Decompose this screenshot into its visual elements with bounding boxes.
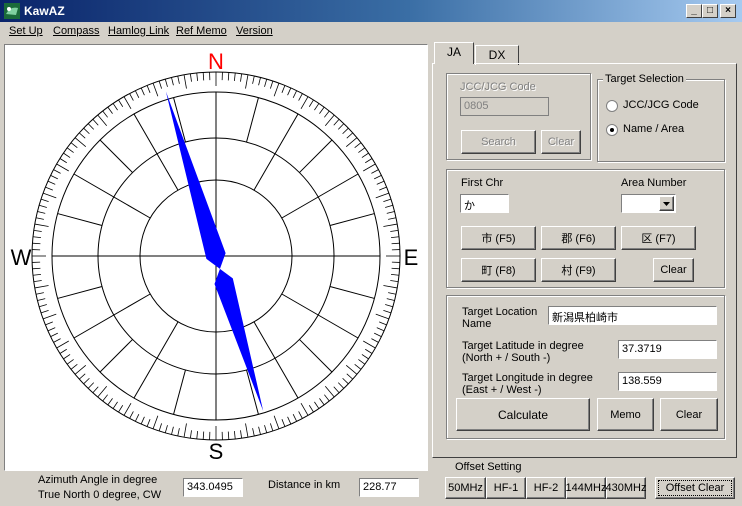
ku-button[interactable]: 区 (F7) <box>621 226 696 250</box>
radio-jcc-code-label: JCC/JCG Code <box>623 99 699 111</box>
app-icon <box>4 3 20 19</box>
distance-value-field[interactable]: 228.77 <box>359 478 419 497</box>
offset-setting-title: Offset Setting <box>455 461 522 473</box>
target-latitude-input[interactable]: 37.3719 <box>618 340 717 359</box>
offset-50mhz-button[interactable]: 50MHz <box>445 477 486 499</box>
target-longitude-label-1: Target Longitude in degree <box>462 372 593 384</box>
compass-rose: N S E W <box>11 49 419 464</box>
menu-bar: Set Up Compass Hamlog Link Ref Memo Vers… <box>0 22 742 42</box>
title-bar: KawAZ _ □ × <box>0 0 742 22</box>
menu-compass[interactable]: Compass <box>53 25 99 37</box>
offset-144mhz-button[interactable]: 144MHz <box>566 477 606 499</box>
azimuth-needle <box>165 91 264 411</box>
machi-button[interactable]: 町 (F8) <box>461 258 536 282</box>
target-selection-title: Target Selection <box>603 73 686 85</box>
jcc-code-input[interactable]: 0805 <box>460 97 549 116</box>
offset-hf2-button[interactable]: HF-2 <box>526 477 566 499</box>
tab-dx[interactable]: DX <box>475 45 519 65</box>
memo-button[interactable]: Memo <box>597 398 654 431</box>
minimize-button[interactable]: _ <box>686 4 702 18</box>
offset-430mhz-button[interactable]: 430MHz <box>606 477 646 499</box>
menu-version[interactable]: Version <box>236 25 273 37</box>
menu-hamlog-link[interactable]: Hamlog Link <box>108 25 169 37</box>
offset-hf1-button[interactable]: HF-1 <box>486 477 526 499</box>
target-longitude-label-2: (East + / West -) <box>462 384 542 396</box>
compass-panel: N S E W <box>4 44 428 471</box>
jcc-clear-button[interactable]: Clear <box>541 130 581 154</box>
south-label: S <box>209 439 224 464</box>
menu-ref-memo[interactable]: Ref Memo <box>176 25 227 37</box>
target-location-label-2: Name <box>462 318 492 330</box>
first-chr-label: First Chr <box>461 177 504 189</box>
radio-jcc-code[interactable] <box>606 100 618 112</box>
north-label: N <box>208 49 224 74</box>
jcc-label: JCC/JCG Code <box>460 81 536 93</box>
target-location-label-1: Target Location <box>462 306 538 318</box>
chevron-down-icon <box>663 201 670 206</box>
gun-button[interactable]: 郡 (F6) <box>541 226 616 250</box>
close-button[interactable]: × <box>720 4 736 18</box>
azimuth-value-field[interactable]: 343.0495 <box>183 478 243 497</box>
first-chr-input[interactable]: か <box>460 194 509 213</box>
calculate-button[interactable]: Calculate <box>456 398 590 431</box>
radio-name-area[interactable] <box>606 124 618 136</box>
target-location-input[interactable]: 新潟県柏崎市 <box>548 306 717 325</box>
search-button[interactable]: Search <box>461 130 536 154</box>
target-longitude-input[interactable]: 138.559 <box>618 372 717 391</box>
azimuth-label-line2: True North 0 degree, CW <box>38 489 162 501</box>
chr-clear-button[interactable]: Clear <box>653 258 694 282</box>
shi-button[interactable]: 市 (F5) <box>461 226 536 250</box>
distance-label: Distance in km <box>268 479 341 491</box>
west-label: W <box>11 245 32 270</box>
area-number-label: Area Number <box>621 177 687 189</box>
target-selection-group <box>597 79 725 162</box>
target-clear-button[interactable]: Clear <box>660 398 718 431</box>
tab-ja[interactable]: JA <box>434 42 474 64</box>
target-latitude-label-1: Target Latitude in degree <box>462 340 584 352</box>
window-title: KawAZ <box>24 4 65 18</box>
radio-name-area-label: Name / Area <box>623 123 685 135</box>
mura-button[interactable]: 村 (F9) <box>541 258 616 282</box>
area-number-dropdown-button[interactable] <box>659 196 674 211</box>
azimuth-label-line1: Azimuth Angle in degree <box>38 474 158 486</box>
maximize-button[interactable]: □ <box>702 4 718 18</box>
east-label: E <box>404 245 419 270</box>
offset-clear-button[interactable]: Offset Clear <box>655 477 735 499</box>
menu-setup[interactable]: Set Up <box>9 25 43 37</box>
target-latitude-label-2: (North + / South -) <box>462 352 551 364</box>
